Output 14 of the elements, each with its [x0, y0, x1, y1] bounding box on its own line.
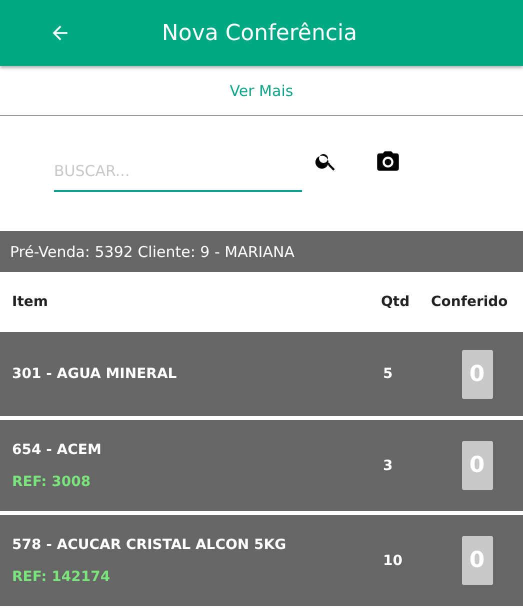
item-name: 578 - ACUCAR CRISTAL ALCON 5KG [12, 536, 288, 552]
quantity: 10 [383, 552, 404, 568]
item-ref: REF: 3008 [12, 474, 92, 490]
ver-mais-link[interactable]: Ver Mais [230, 82, 294, 100]
column-header: Qtd [381, 294, 411, 310]
column-header: Conferido [430, 294, 509, 310]
item-name: 301 - AGUA MINERAL [12, 366, 178, 382]
quantity: 5 [383, 366, 394, 382]
item-name: 654 - ACEM [12, 442, 102, 458]
screen-title: Nova Conferência [162, 20, 358, 46]
quantity: 3 [383, 458, 394, 474]
item-ref: REF: 142174 [12, 568, 112, 584]
order-info: Pré-Venda: 5392 Cliente: 9 - MARIANA [10, 242, 294, 260]
column-header: Item [11, 294, 49, 310]
